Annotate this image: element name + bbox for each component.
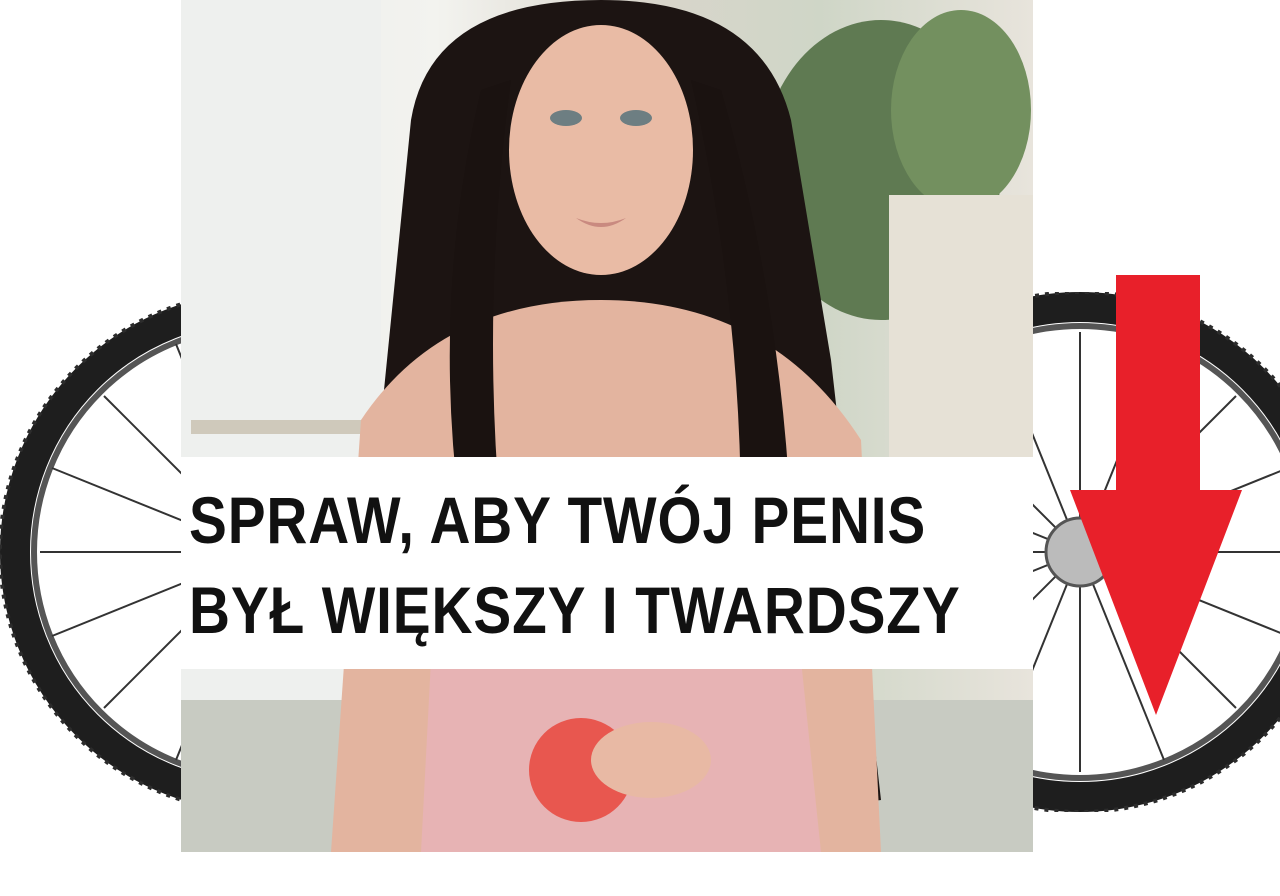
model-photo	[181, 0, 1033, 852]
headline-banner: SPRAW, ABY TWÓJ PENIS BYŁ WIĘKSZY I TWAR…	[181, 457, 1033, 669]
headline-line-1: SPRAW, ABY TWÓJ PENIS	[189, 483, 927, 557]
down-arrow-icon	[1070, 275, 1242, 715]
headline-line-2: BYŁ WIĘKSZY I TWARDSZY	[189, 573, 961, 647]
